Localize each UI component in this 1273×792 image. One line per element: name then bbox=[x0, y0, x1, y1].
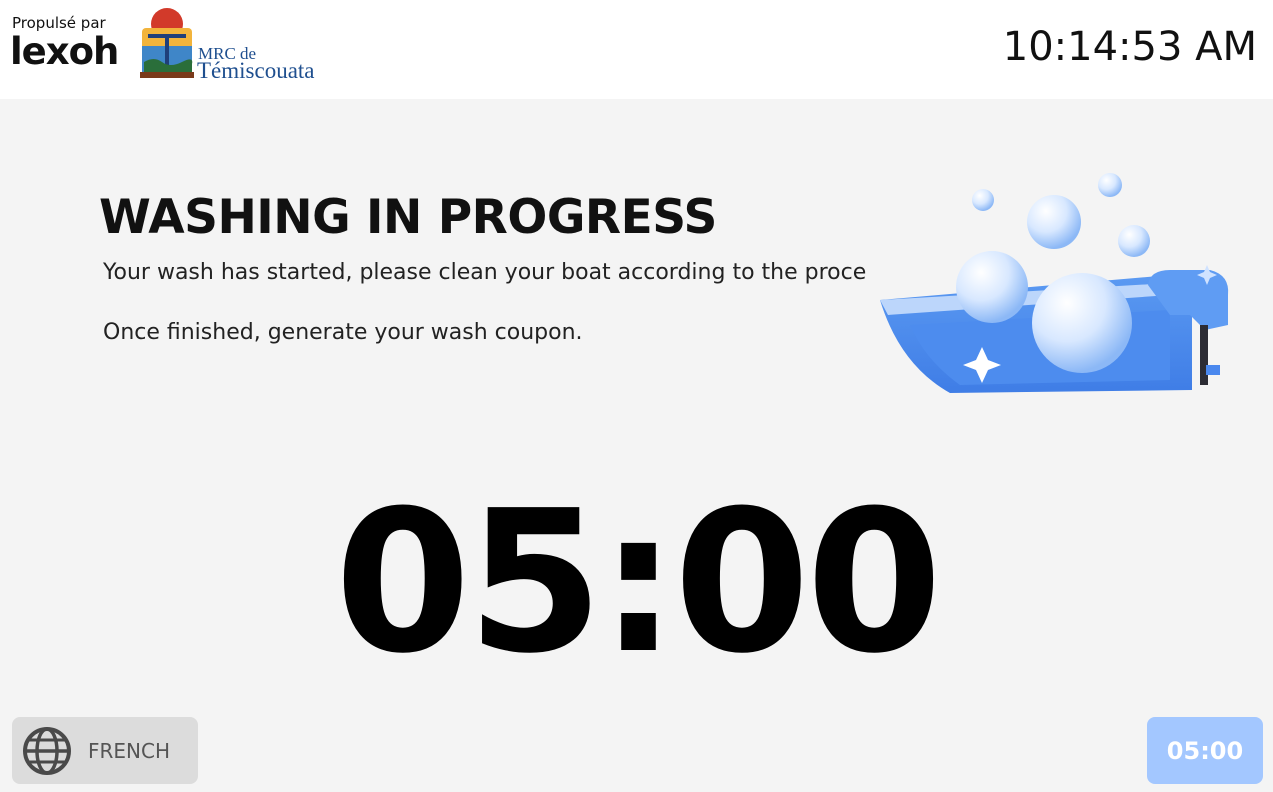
clock: 10:14:53 AM bbox=[1002, 24, 1257, 70]
timer-button[interactable]: 05:00 bbox=[1147, 717, 1263, 784]
language-button-label: FRENCH bbox=[88, 739, 171, 763]
header-bar: Propulsé par lexoh MRC de Témiscouata 10… bbox=[0, 0, 1273, 99]
page-title: WASHING IN PROGRESS bbox=[99, 190, 717, 245]
coupon-instruction-text: Once finished, generate your wash coupon… bbox=[103, 320, 583, 345]
mrc-emblem-logo bbox=[140, 8, 194, 78]
language-button[interactable]: FRENCH bbox=[12, 717, 198, 784]
lexoh-logo: lexoh bbox=[10, 30, 119, 73]
instruction-text: Your wash has started, please clean your… bbox=[103, 260, 867, 285]
timer-button-label: 05:00 bbox=[1166, 737, 1244, 765]
partner-name-line2: Témiscouata bbox=[197, 58, 315, 83]
globe-icon bbox=[23, 727, 71, 775]
countdown-timer: 05:00 bbox=[334, 469, 943, 697]
boat-wash-bubbles-icon bbox=[880, 173, 1229, 393]
